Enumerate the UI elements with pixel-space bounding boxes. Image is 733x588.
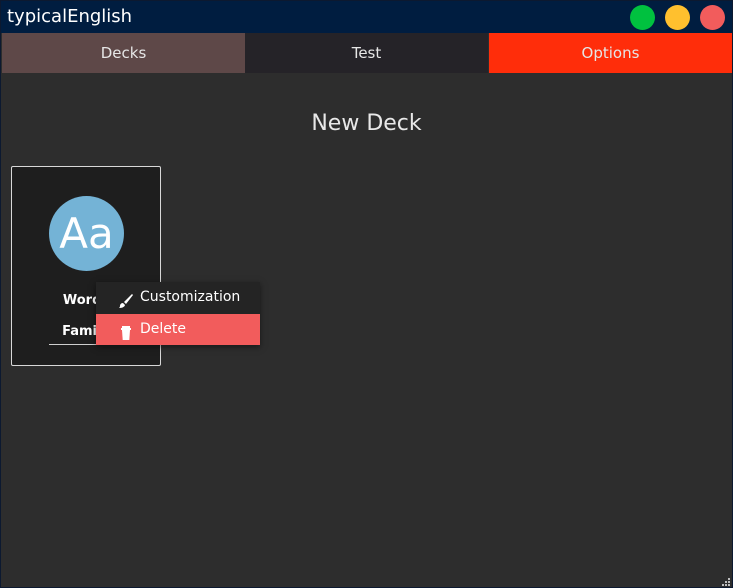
minimize-button[interactable]: [665, 5, 690, 30]
tab-options[interactable]: Options: [489, 33, 732, 73]
context-menu: Customization Delete: [96, 282, 260, 345]
maximize-button[interactable]: [630, 5, 655, 30]
app-window: typicalEnglish Decks Test Options New De…: [0, 0, 733, 588]
deck-avatar: Aa: [49, 196, 124, 271]
tab-decks-label: Decks: [100, 44, 147, 62]
brush-icon: [118, 290, 134, 308]
tab-test-label: Test: [351, 44, 382, 62]
tab-options-label: Options: [581, 44, 640, 62]
deck-avatar-text: Aa: [59, 209, 114, 258]
menu-item-customization-label: Customization: [140, 289, 241, 305]
menu-item-customization[interactable]: Customization: [96, 282, 260, 313]
tab-decks[interactable]: Decks: [2, 33, 245, 73]
title-bar[interactable]: typicalEnglish: [1, 1, 732, 33]
menu-item-delete-label: Delete: [140, 321, 186, 337]
page-title[interactable]: New Deck: [1, 109, 732, 139]
menu-item-delete[interactable]: Delete: [96, 314, 260, 345]
trash-icon: [118, 322, 134, 340]
tab-bar: Decks Test Options: [2, 33, 732, 73]
tab-test[interactable]: Test: [245, 33, 488, 73]
close-button[interactable]: [700, 5, 725, 30]
app-title: typicalEnglish: [7, 6, 133, 27]
resize-grip-icon[interactable]: [718, 573, 730, 586]
